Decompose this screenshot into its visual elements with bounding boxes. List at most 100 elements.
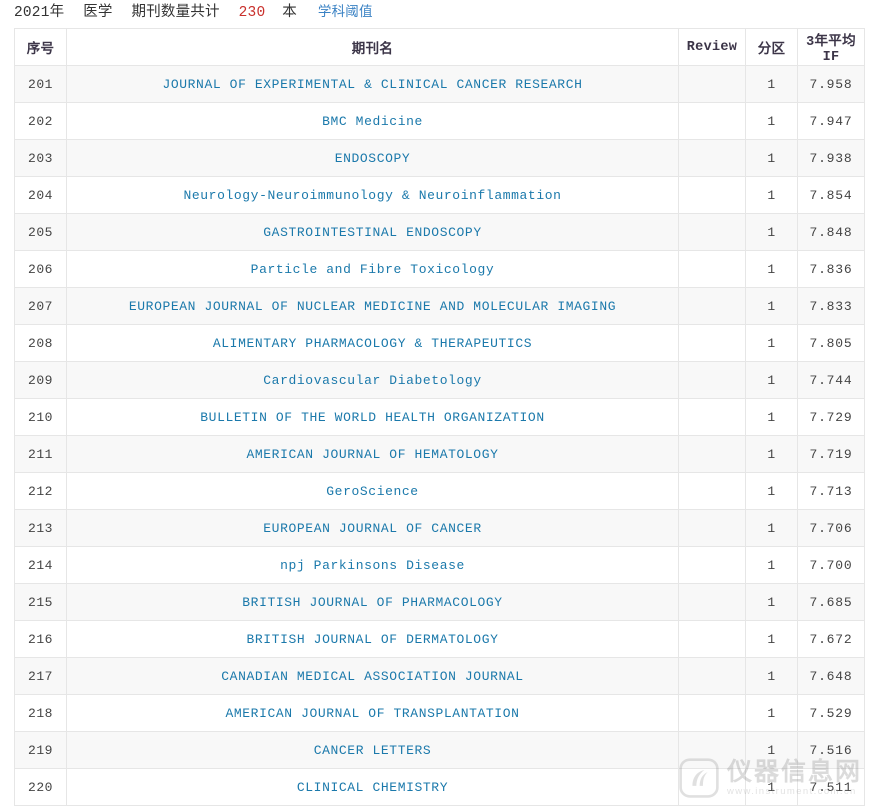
cell-review [678, 694, 746, 732]
table-row[interactable]: 201 JOURNAL OF EXPERIMENTAL & CLINICAL CA… [14, 65, 865, 103]
cell-zone: 1 [745, 213, 798, 251]
cell-review [678, 509, 746, 547]
table-row[interactable]: 217 CANADIAN MEDICAL ASSOCIATION JOURNAL 1… [14, 657, 865, 695]
cell-if3: 7.511 [797, 768, 865, 806]
cell-journal-name[interactable]: CANADIAN MEDICAL ASSOCIATION JOURNAL [66, 657, 679, 695]
cell-review [678, 583, 746, 621]
cell-zone: 1 [745, 139, 798, 177]
cell-if3: 7.958 [797, 65, 865, 103]
cell-journal-name[interactable]: AMERICAN JOURNAL OF TRANSPLANTATION [66, 694, 679, 732]
cell-review [678, 361, 746, 399]
cell-review [678, 176, 746, 214]
table-row[interactable]: 216 BRITISH JOURNAL OF DERMATOLOGY 1 7.672 [14, 620, 865, 658]
cell-journal-name[interactable]: CLINICAL CHEMISTRY [66, 768, 679, 806]
cell-seq: 217 [14, 657, 67, 695]
summary-count-unit: 本 [282, 5, 297, 21]
table-row[interactable]: 206 Particle and Fibre Toxicology 1 7.836 [14, 250, 865, 288]
cell-zone: 1 [745, 435, 798, 473]
cell-zone: 1 [745, 102, 798, 140]
cell-zone: 1 [745, 176, 798, 214]
cell-zone: 1 [745, 324, 798, 362]
column-header-seq[interactable]: 序号 [14, 28, 67, 66]
cell-journal-name[interactable]: BMC Medicine [66, 102, 679, 140]
column-header-review[interactable]: Review [678, 28, 746, 66]
cell-journal-name[interactable]: EUROPEAN JOURNAL OF CANCER [66, 509, 679, 547]
cell-zone: 1 [745, 472, 798, 510]
cell-journal-name[interactable]: npj Parkinsons Disease [66, 546, 679, 584]
cell-zone: 1 [745, 694, 798, 732]
cell-review [678, 398, 746, 436]
cell-review [678, 213, 746, 251]
table-row[interactable]: 205 GASTROINTESTINAL ENDOSCOPY 1 7.848 [14, 213, 865, 251]
table-row[interactable]: 204 Neurology-Neuroimmunology & Neuroinfl… [14, 176, 865, 214]
cell-journal-name[interactable]: BULLETIN OF THE WORLD HEALTH ORGANIZATIO… [66, 398, 679, 436]
cell-review [678, 657, 746, 695]
cell-journal-name[interactable]: Cardiovascular Diabetology [66, 361, 679, 399]
cell-zone: 1 [745, 657, 798, 695]
cell-review [678, 620, 746, 658]
table-row[interactable]: 211 AMERICAN JOURNAL OF HEMATOLOGY 1 7.719 [14, 435, 865, 473]
cell-if3: 7.700 [797, 546, 865, 584]
journal-table-container: 序号 期刊名 Review 分区 3年平均IF 201 JOURNAL OF EX… [14, 28, 865, 806]
cell-review [678, 287, 746, 325]
cell-journal-name[interactable]: BRITISH JOURNAL OF DERMATOLOGY [66, 620, 679, 658]
cell-if3: 7.529 [797, 694, 865, 732]
cell-review [678, 139, 746, 177]
table-row[interactable]: 219 CANCER LETTERS 1 7.516 [14, 731, 865, 769]
cell-review [678, 768, 746, 806]
cell-review [678, 435, 746, 473]
table-row[interactable]: 210 BULLETIN OF THE WORLD HEALTH ORGANIZA… [14, 398, 865, 436]
table-row[interactable]: 209 Cardiovascular Diabetology 1 7.744 [14, 361, 865, 399]
cell-zone: 1 [745, 361, 798, 399]
cell-seq: 204 [14, 176, 67, 214]
column-header-if3[interactable]: 3年平均IF [797, 28, 865, 66]
column-header-name[interactable]: 期刊名 [66, 28, 679, 66]
cell-review [678, 250, 746, 288]
summary-year: 2021年 [14, 5, 65, 21]
cell-journal-name[interactable]: AMERICAN JOURNAL OF HEMATOLOGY [66, 435, 679, 473]
cell-if3: 7.672 [797, 620, 865, 658]
summary-subject: 医学 [83, 5, 113, 21]
cell-review [678, 731, 746, 769]
cell-zone: 1 [745, 768, 798, 806]
cell-seq: 220 [14, 768, 67, 806]
table-row[interactable]: 202 BMC Medicine 1 7.947 [14, 102, 865, 140]
cell-seq: 207 [14, 287, 67, 325]
cell-journal-name[interactable]: CANCER LETTERS [66, 731, 679, 769]
cell-seq: 205 [14, 213, 67, 251]
cell-zone: 1 [745, 509, 798, 547]
cell-journal-name[interactable]: ALIMENTARY PHARMACOLOGY & THERAPEUTICS [66, 324, 679, 362]
cell-journal-name[interactable]: BRITISH JOURNAL OF PHARMACOLOGY [66, 583, 679, 621]
table-row[interactable]: 220 CLINICAL CHEMISTRY 1 7.511 [14, 768, 865, 806]
table-row[interactable]: 218 AMERICAN JOURNAL OF TRANSPLANTATION 1 7… [14, 694, 865, 732]
cell-journal-name[interactable]: GeroScience [66, 472, 679, 510]
cell-if3: 7.713 [797, 472, 865, 510]
cell-if3: 7.706 [797, 509, 865, 547]
cell-review [678, 546, 746, 584]
cell-if3: 7.938 [797, 139, 865, 177]
table-row[interactable]: 208 ALIMENTARY PHARMACOLOGY & THERAPEUTIC… [14, 324, 865, 362]
cell-seq: 202 [14, 102, 67, 140]
cell-zone: 1 [745, 731, 798, 769]
table-row[interactable]: 203 ENDOSCOPY 1 7.938 [14, 139, 865, 177]
table-row[interactable]: 215 BRITISH JOURNAL OF PHARMACOLOGY 1 7.685 [14, 583, 865, 621]
table-row[interactable]: 214 npj Parkinsons Disease 1 7.700 [14, 546, 865, 584]
cell-if3: 7.805 [797, 324, 865, 362]
cell-seq: 219 [14, 731, 67, 769]
cell-seq: 209 [14, 361, 67, 399]
cell-journal-name[interactable]: Particle and Fibre Toxicology [66, 250, 679, 288]
table-row[interactable]: 212 GeroScience 1 7.713 [14, 472, 865, 510]
cell-journal-name[interactable]: ENDOSCOPY [66, 139, 679, 177]
table-row[interactable]: 207 EUROPEAN JOURNAL OF NUCLEAR MEDICINE … [14, 287, 865, 325]
cell-journal-name[interactable]: Neurology-Neuroimmunology & Neuroinflamm… [66, 176, 679, 214]
cell-journal-name[interactable]: GASTROINTESTINAL ENDOSCOPY [66, 213, 679, 251]
column-header-zone[interactable]: 分区 [745, 28, 798, 66]
cell-journal-name[interactable]: EUROPEAN JOURNAL OF NUCLEAR MEDICINE AND… [66, 287, 679, 325]
table-row[interactable]: 213 EUROPEAN JOURNAL OF CANCER 1 7.706 [14, 509, 865, 547]
cell-journal-name[interactable]: JOURNAL OF EXPERIMENTAL & CLINICAL CANCE… [66, 65, 679, 103]
cell-if3: 7.947 [797, 102, 865, 140]
subject-threshold-link[interactable]: 学科阈值 [318, 6, 373, 21]
cell-seq: 214 [14, 546, 67, 584]
cell-review [678, 65, 746, 103]
journal-table-body: 201 JOURNAL OF EXPERIMENTAL & CLINICAL CA… [14, 65, 865, 806]
